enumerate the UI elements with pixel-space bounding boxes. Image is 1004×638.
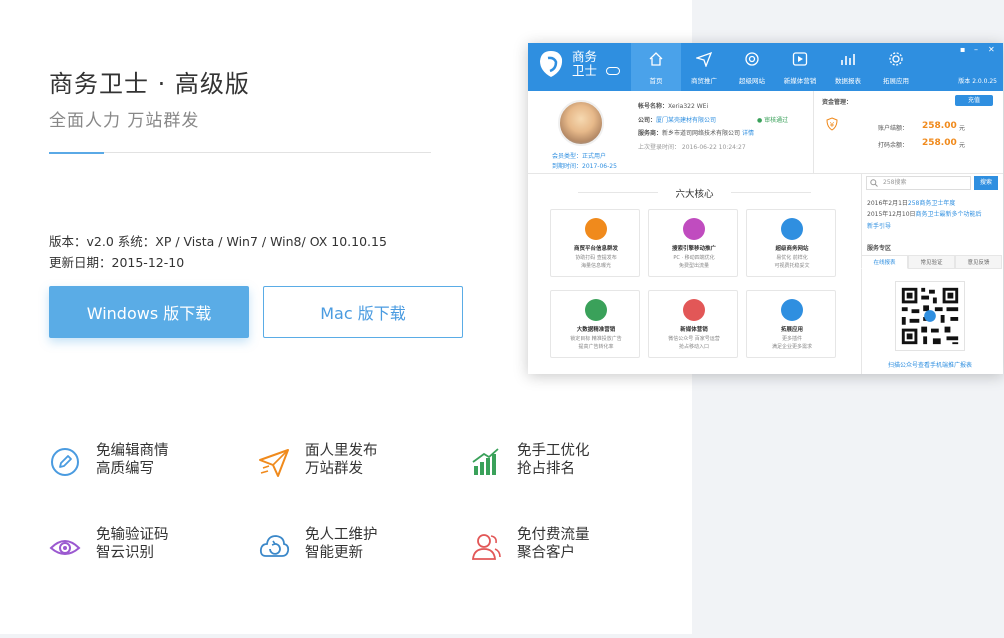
mac-download-button[interactable]: Mac 版下载 bbox=[263, 286, 463, 338]
audit-status: ● 审核通过 bbox=[757, 117, 789, 124]
search-icon bbox=[870, 179, 878, 187]
divider bbox=[49, 152, 431, 153]
paper-plane-icon bbox=[259, 449, 289, 477]
feature-text: 免手工优化 抢占排名 bbox=[517, 443, 590, 477]
shield-logo-icon bbox=[540, 51, 563, 77]
balance-unit: 元 bbox=[959, 125, 966, 132]
feature-text: 面人里发布 万站群发 bbox=[305, 443, 378, 477]
nav-home[interactable]: 首页 bbox=[631, 43, 681, 91]
account-row: 帐号名称：Xeria322 WEi bbox=[638, 103, 709, 110]
new-media-icon bbox=[683, 299, 705, 321]
member-type: 会员类型：正式用户 bbox=[552, 153, 607, 160]
core-card[interactable]: 商贸平台信息群发 协助打码 查提发布 海量信息曝光 bbox=[550, 209, 640, 277]
pane-separator bbox=[528, 173, 1003, 174]
logo-badge bbox=[606, 67, 620, 75]
qr-caption: 扫描公众号查看手机端推广报表 bbox=[888, 362, 973, 369]
divider-accent bbox=[49, 152, 104, 154]
pane-separator bbox=[813, 91, 814, 173]
update-date: 更新日期：2015-12-10 bbox=[49, 255, 185, 270]
feature-text: 免付费流量 聚合客户 bbox=[517, 527, 590, 561]
company-row: 公司：厦门某壳建材有限公司 bbox=[638, 117, 717, 124]
core-card[interactable]: 大数据精准营销 锁定目标 精准投放广告 提高广告转化率 bbox=[550, 290, 640, 358]
feature-text: 免编辑商情 高质编写 bbox=[96, 443, 169, 477]
avatar bbox=[558, 100, 604, 146]
core-card[interactable]: 搜索引擎移动推广 PC · 移动四端优化 免费型出流量 bbox=[648, 209, 738, 277]
funds-title: 资金管理： bbox=[822, 99, 853, 106]
page-subtitle: 全面人力 万站群发 bbox=[49, 111, 200, 131]
pencil-circle-icon bbox=[51, 448, 79, 476]
app-preview-window: 商务 卫士 首页 商贸推广 超级网站 新媒体营销 数据报表 拓展应用 ▪ – ✕… bbox=[528, 43, 1003, 374]
app-search-button[interactable]: 搜索 bbox=[974, 176, 998, 190]
recharge-button[interactable]: 充值 bbox=[955, 95, 993, 106]
app-header: 商务 卫士 首页 商贸推广 超级网站 新媒体营销 数据报表 拓展应用 ▪ – ✕… bbox=[528, 43, 1003, 91]
promo-icon bbox=[683, 218, 705, 240]
service-zone-title: 服务专区 bbox=[867, 245, 892, 252]
feature-text: 免输验证码 智云识别 bbox=[96, 527, 169, 561]
feature-item: 免付费流量 聚合客户 bbox=[470, 526, 670, 570]
screen-icon bbox=[585, 299, 607, 321]
core-title: 六大核心 bbox=[675, 189, 714, 200]
tab-verification[interactable]: 常见验证 bbox=[908, 255, 955, 269]
app-search-input[interactable]: 258搜索 bbox=[866, 176, 971, 190]
tab-online-report[interactable]: 在线报表 bbox=[861, 255, 908, 269]
news-item[interactable]: 2016年2月1日258商务卫士年度 bbox=[867, 198, 955, 207]
nav-trade-promotion[interactable]: 商贸推广 bbox=[679, 43, 729, 91]
gear-icon bbox=[889, 52, 903, 66]
feature-item: 面人里发布 万站群发 bbox=[258, 442, 458, 486]
service-row: 服务商：新乡市道司网络技术有限公司 详情 bbox=[638, 130, 754, 137]
windows-download-button[interactable]: Windows 版下载 bbox=[49, 286, 249, 338]
core-card[interactable]: 拓展应用 更多插件 满足企业更多需求 bbox=[746, 290, 836, 358]
play-icon bbox=[792, 52, 808, 66]
tab-feedback[interactable]: 意见反馈 bbox=[955, 255, 1002, 269]
doc-icon bbox=[585, 218, 607, 240]
core-card[interactable]: 新媒体营销 微信公众号 百家号运营 抢占移动入口 bbox=[648, 290, 738, 358]
balance-value: 258.00 bbox=[922, 121, 957, 131]
printing-unit: 元 bbox=[959, 142, 966, 149]
printing-value: 258.00 bbox=[922, 138, 957, 148]
feature-item: 免输验证码 智云识别 bbox=[49, 526, 249, 570]
feature-item: 免手工优化 抢占排名 bbox=[470, 442, 670, 486]
app-logo-text: 商务 卫士 bbox=[572, 49, 598, 78]
pane-separator bbox=[861, 174, 862, 374]
feature-item: 免人工维护 智能更新 bbox=[258, 526, 458, 570]
svg-text:¥: ¥ bbox=[830, 121, 835, 129]
user-group-icon bbox=[472, 534, 501, 560]
nav-extensions[interactable]: 拓展应用 bbox=[871, 43, 921, 91]
window-menu-icon[interactable]: ▪ bbox=[960, 45, 965, 54]
money-shield-icon: ¥ bbox=[826, 117, 838, 131]
window-minimize-icon[interactable]: – bbox=[974, 45, 978, 54]
window-close-icon[interactable]: ✕ bbox=[988, 45, 995, 54]
send-icon bbox=[696, 51, 712, 67]
nav-super-site[interactable]: 超级网站 bbox=[727, 43, 777, 91]
news-item[interactable]: 2015年12月10日商务卫士最新多个功能后 bbox=[867, 209, 982, 218]
target-icon bbox=[745, 52, 759, 66]
nav-new-media[interactable]: 新媒体营销 bbox=[775, 43, 825, 91]
feature-item: 免编辑商情 高质编写 bbox=[49, 442, 249, 486]
qr-code-icon bbox=[895, 281, 965, 351]
balance-label: 账户结额： bbox=[878, 125, 909, 132]
core-card[interactable]: 超级商务网站 易优化 前样化 可视费托稳妥文 bbox=[746, 209, 836, 277]
rising-bars-icon bbox=[472, 448, 499, 475]
version-info: 版本：v2.0 系统：XP / Vista / Win7 / Win8/ OX … bbox=[49, 234, 387, 249]
feature-text: 免人工维护 智能更新 bbox=[305, 527, 378, 561]
app-version: 版本 2.0.0.25 bbox=[958, 78, 997, 85]
page-title: 商务卫士 · 高级版 bbox=[49, 70, 250, 98]
expire-date: 到期时间：2017-06-25 bbox=[552, 163, 617, 170]
service-tabs: 在线报表 常见验证 意见反馈 bbox=[861, 255, 1003, 269]
chart-icon bbox=[841, 54, 855, 65]
apps-icon bbox=[781, 299, 803, 321]
home-icon bbox=[649, 52, 663, 66]
printing-label: 打码余额： bbox=[878, 142, 909, 149]
nav-data-report[interactable]: 数据报表 bbox=[823, 43, 873, 91]
eye-icon bbox=[49, 540, 81, 555]
service-detail-link[interactable]: 详情 bbox=[742, 130, 754, 137]
refresh-cloud-icon bbox=[259, 535, 290, 557]
novice-guide[interactable]: 新手引导 bbox=[867, 221, 891, 230]
last-login: 上次登录时间： 2016-06-22 10:24:27 bbox=[638, 144, 746, 151]
monitor-icon bbox=[781, 218, 803, 240]
